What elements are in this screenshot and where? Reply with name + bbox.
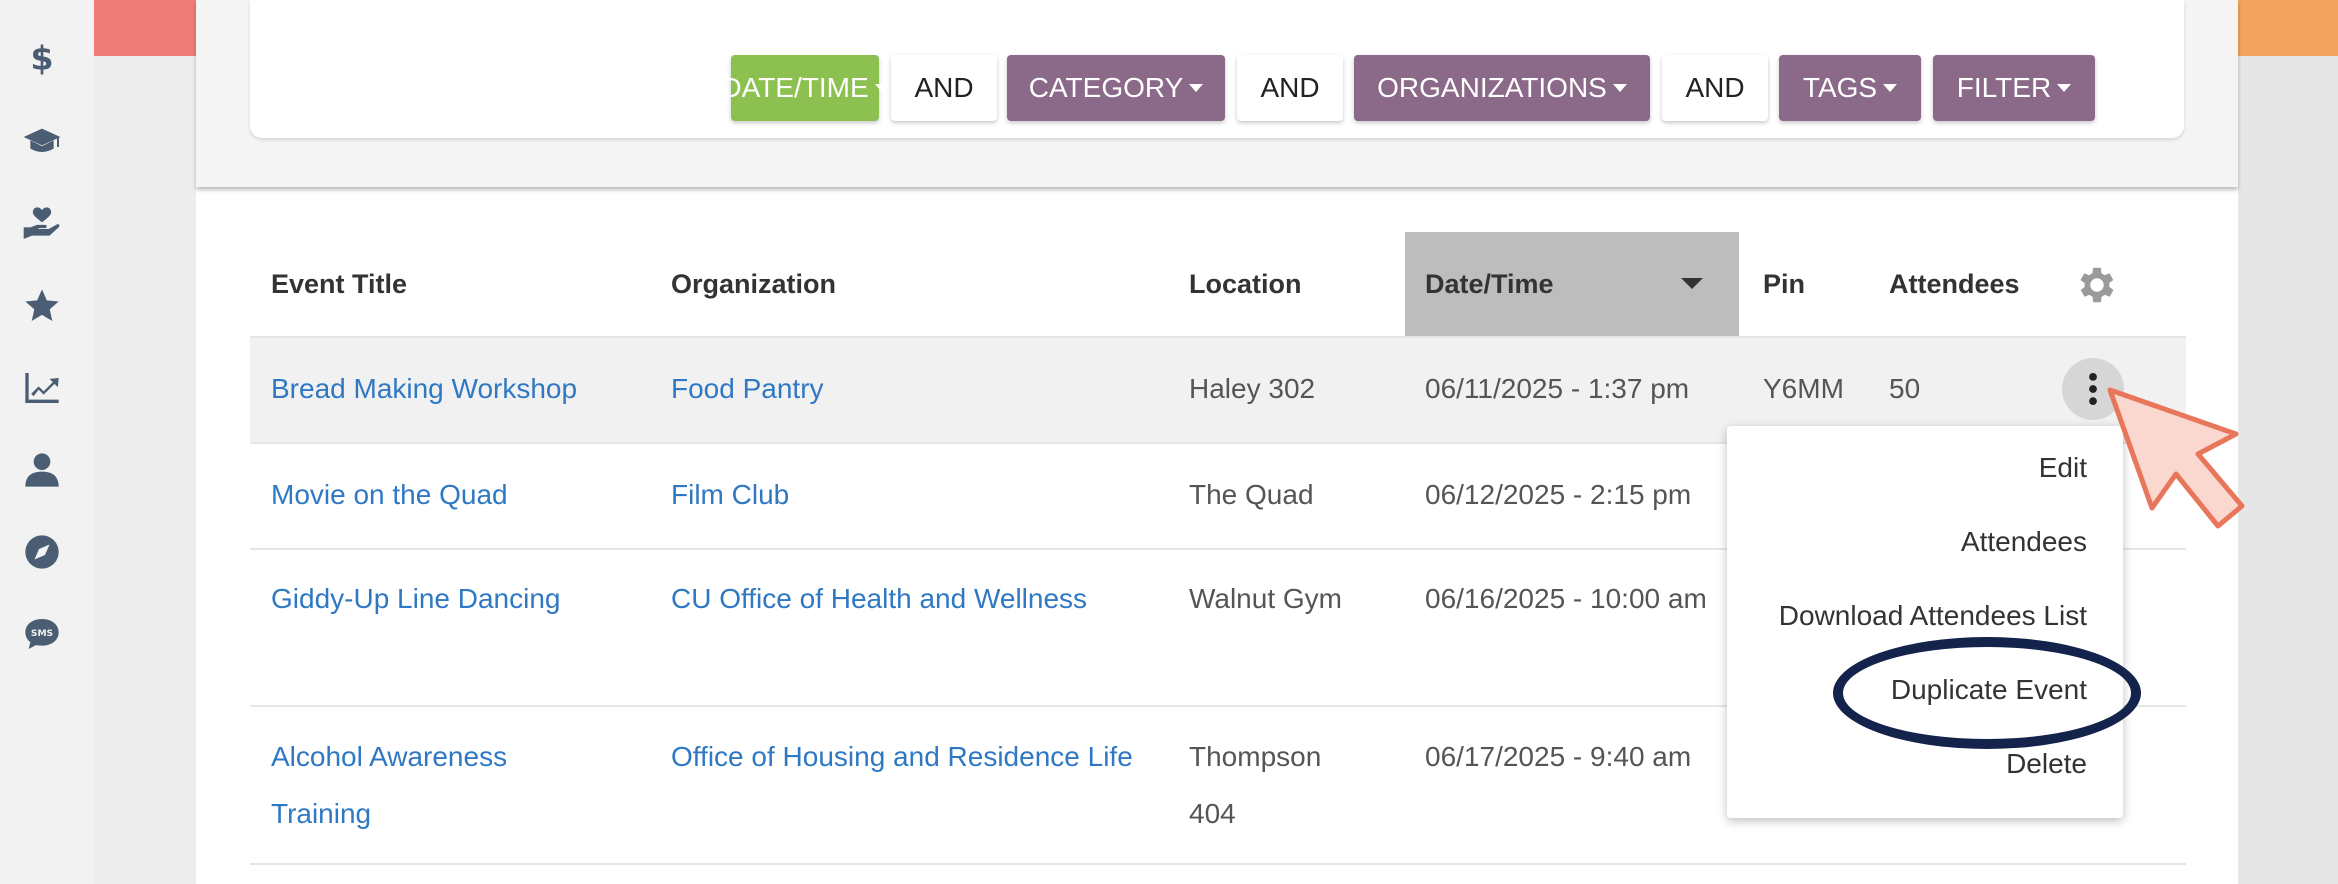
menu-item-edit[interactable]: Edit [2039, 452, 2087, 484]
chart-icon[interactable] [18, 364, 66, 412]
filter-area: DATE/TIME AND CATEGORY AND ORGANIZATIONS… [196, 0, 2238, 187]
svg-text:SMS: SMS [31, 628, 53, 639]
chevron-down-icon [874, 84, 889, 92]
location-cell: Walnut Gym [1189, 583, 1342, 614]
compass-icon[interactable] [18, 528, 66, 576]
column-header-event-title[interactable]: Event Title [271, 232, 571, 336]
sidebar: $ SMS [0, 0, 94, 884]
category-filter-button[interactable]: CATEGORY [1007, 55, 1225, 121]
filter-card: DATE/TIME AND CATEGORY AND ORGANIZATIONS… [250, 0, 2184, 138]
and-operator-button[interactable]: AND [1237, 55, 1343, 121]
organization-link[interactable]: Office of Housing and Residence Life [671, 728, 1151, 785]
column-header-location[interactable]: Location [1189, 232, 1389, 336]
menu-item-attendees[interactable]: Attendees [1961, 526, 2087, 558]
column-header-attendees[interactable]: Attendees [1889, 232, 2049, 336]
sort-descending-icon [1681, 278, 1703, 289]
chevron-down-icon [2057, 84, 2072, 92]
chevron-down-icon [1189, 84, 1204, 92]
column-header-organization[interactable]: Organization [671, 232, 1071, 336]
top-accent-bar-left [94, 0, 198, 56]
user-icon[interactable] [18, 446, 66, 494]
row-divider [250, 336, 2186, 338]
location-cell: Thompson 404 [1189, 741, 1322, 829]
datetime-cell: 06/17/2025 - 9:40 am [1425, 741, 1692, 772]
column-header-datetime[interactable]: Date/Time [1405, 232, 1739, 336]
and-operator-button[interactable]: AND [1662, 55, 1768, 121]
organizations-filter-button[interactable]: ORGANIZATIONS [1354, 55, 1650, 121]
and-operator-button[interactable]: AND [891, 55, 997, 121]
organization-link[interactable]: Food Pantry [671, 360, 1131, 417]
datetime-cell: 06/11/2025 - 1:37 pm [1425, 373, 1690, 404]
event-title-link[interactable]: Alcohol Awareness Training [271, 728, 561, 842]
sms-icon[interactable]: SMS [18, 610, 66, 658]
tags-filter-button[interactable]: TAGS [1779, 55, 1921, 121]
heart-hand-icon[interactable] [18, 200, 66, 248]
event-title-link[interactable]: Bread Making Workshop [271, 360, 651, 417]
attendees-count-cell: 50 [1889, 373, 1921, 404]
chevron-down-icon [1612, 84, 1627, 92]
event-title-link[interactable]: Giddy-Up Line Dancing [271, 570, 651, 627]
gear-icon[interactable] [2074, 262, 2120, 308]
event-title-link[interactable]: Movie on the Quad [271, 466, 651, 523]
location-cell: The Quad [1189, 479, 1314, 510]
top-accent-bar-right [2238, 0, 2338, 56]
organization-link[interactable]: Film Club [671, 466, 1131, 523]
chevron-down-icon [1883, 84, 1898, 92]
pin-cell: Y6MM [1763, 373, 1844, 404]
column-header-pin[interactable]: Pin [1763, 232, 1843, 336]
datetime-filter-button[interactable]: DATE/TIME [721, 55, 889, 121]
dollar-icon[interactable]: $ [18, 34, 66, 82]
datetime-cell: 06/16/2025 - 10:00 am [1425, 583, 1707, 614]
row-divider [250, 863, 2186, 865]
location-cell: Haley 302 [1189, 373, 1316, 404]
row-actions-menu: Edit Attendees Download Attendees List D… [1727, 426, 2123, 818]
menu-item-download-attendees[interactable]: Download Attendees List [1779, 600, 2087, 632]
graduation-cap-icon[interactable] [18, 118, 66, 166]
datetime-cell: 06/12/2025 - 2:15 pm [1425, 479, 1692, 510]
organization-link[interactable]: CU Office of Health and Wellness [671, 570, 1151, 627]
menu-item-delete[interactable]: Delete [2006, 748, 2087, 780]
pointer-cursor-icon [2107, 387, 2245, 529]
star-icon[interactable] [18, 282, 66, 330]
highlight-ring [1833, 637, 2141, 749]
svg-text:$: $ [30, 39, 53, 78]
filter-button[interactable]: FILTER [1933, 55, 2095, 121]
